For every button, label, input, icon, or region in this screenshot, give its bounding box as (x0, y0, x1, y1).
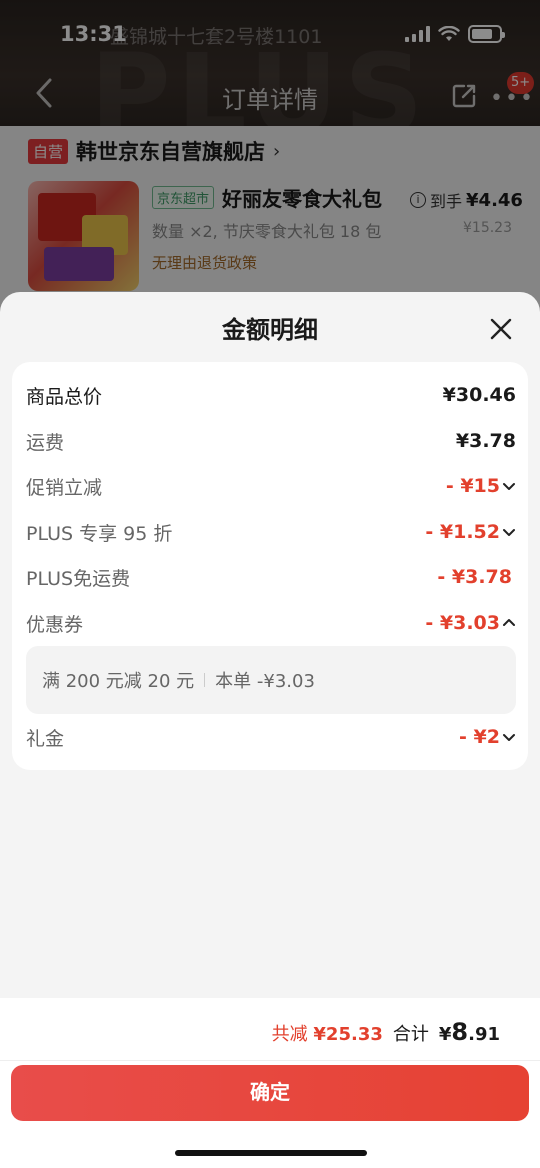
amount-summary: 共减 ¥25.33 合计 ¥8.91 (272, 1018, 500, 1046)
home-indicator[interactable] (175, 1150, 367, 1156)
row-goods-total: 商品总价 ¥30.46 (26, 377, 516, 413)
row-value: - ¥15 (445, 475, 500, 497)
sheet-footer: 共减 ¥25.33 合计 ¥8.91 确定 (0, 998, 540, 1168)
total-label: 合计 (392, 1024, 429, 1045)
row-label: 促销立减 (26, 476, 103, 499)
row-label: 商品总价 (26, 385, 103, 408)
coupon-condition: 满 200 元减 20 元 (42, 671, 195, 692)
row-plus-discount[interactable]: PLUS 专享 95 折 - ¥1.52 (26, 514, 516, 550)
row-value: ¥30.46 (442, 384, 516, 406)
row-coupon[interactable]: 优惠券 - ¥3.03 (26, 605, 516, 641)
chevron-down-icon[interactable] (502, 730, 516, 744)
row-value-group: - ¥15 (446, 475, 516, 497)
row-label: PLUS免运费 (26, 567, 131, 590)
currency-symbol: ¥ (438, 1024, 452, 1045)
total-decimal: .91 (468, 1024, 500, 1045)
row-label: 礼金 (26, 727, 65, 750)
row-label: 运费 (26, 431, 65, 454)
row-value-group: - ¥3.03 (425, 612, 516, 634)
row-promotion[interactable]: 促销立减 - ¥15 (26, 468, 516, 504)
row-plus-free-shipping: PLUS免运费 - ¥3.78 (26, 559, 516, 595)
row-shipping: 运费 ¥3.78 (26, 423, 516, 459)
dim-overlay[interactable] (0, 0, 540, 330)
total-amount: ¥8.91 (439, 1018, 500, 1046)
amount-detail-card: 商品总价 ¥30.46 运费 ¥3.78 促销立减 - ¥15 PLUS 专享 … (12, 362, 528, 770)
confirm-button[interactable]: 确定 (11, 1065, 529, 1121)
row-value: - ¥1.52 (425, 521, 500, 543)
chevron-down-icon[interactable] (502, 479, 516, 493)
row-value: - ¥2 (459, 726, 500, 748)
divider (0, 1060, 540, 1061)
close-icon[interactable] (488, 316, 514, 342)
chevron-down-icon[interactable] (502, 525, 516, 539)
divider (204, 673, 206, 687)
coupon-detail: 满 200 元减 20 元 本单 -¥3.03 (26, 646, 516, 714)
row-value: - ¥3.78 (437, 566, 512, 588)
chevron-up-icon[interactable] (502, 616, 516, 630)
row-label: 优惠券 (26, 613, 84, 636)
row-value: - ¥3.03 (425, 612, 500, 634)
total-reduction-label: 共减 (271, 1024, 308, 1045)
sheet-title: 金额明细 (222, 316, 318, 344)
row-value-group: - ¥2 (459, 726, 516, 748)
row-value-group: - ¥1.52 (425, 521, 516, 543)
total-integer: 8 (451, 1018, 469, 1046)
row-gift-money[interactable]: 礼金 - ¥2 (26, 719, 516, 755)
coupon-this-order: 本单 -¥3.03 (215, 671, 315, 692)
total-reduction-value: ¥25.33 (313, 1024, 383, 1045)
total-reduction: 共减 ¥25.33 (272, 1020, 383, 1046)
row-label: PLUS 专享 95 折 (26, 522, 173, 545)
row-value: ¥3.78 (455, 430, 516, 452)
